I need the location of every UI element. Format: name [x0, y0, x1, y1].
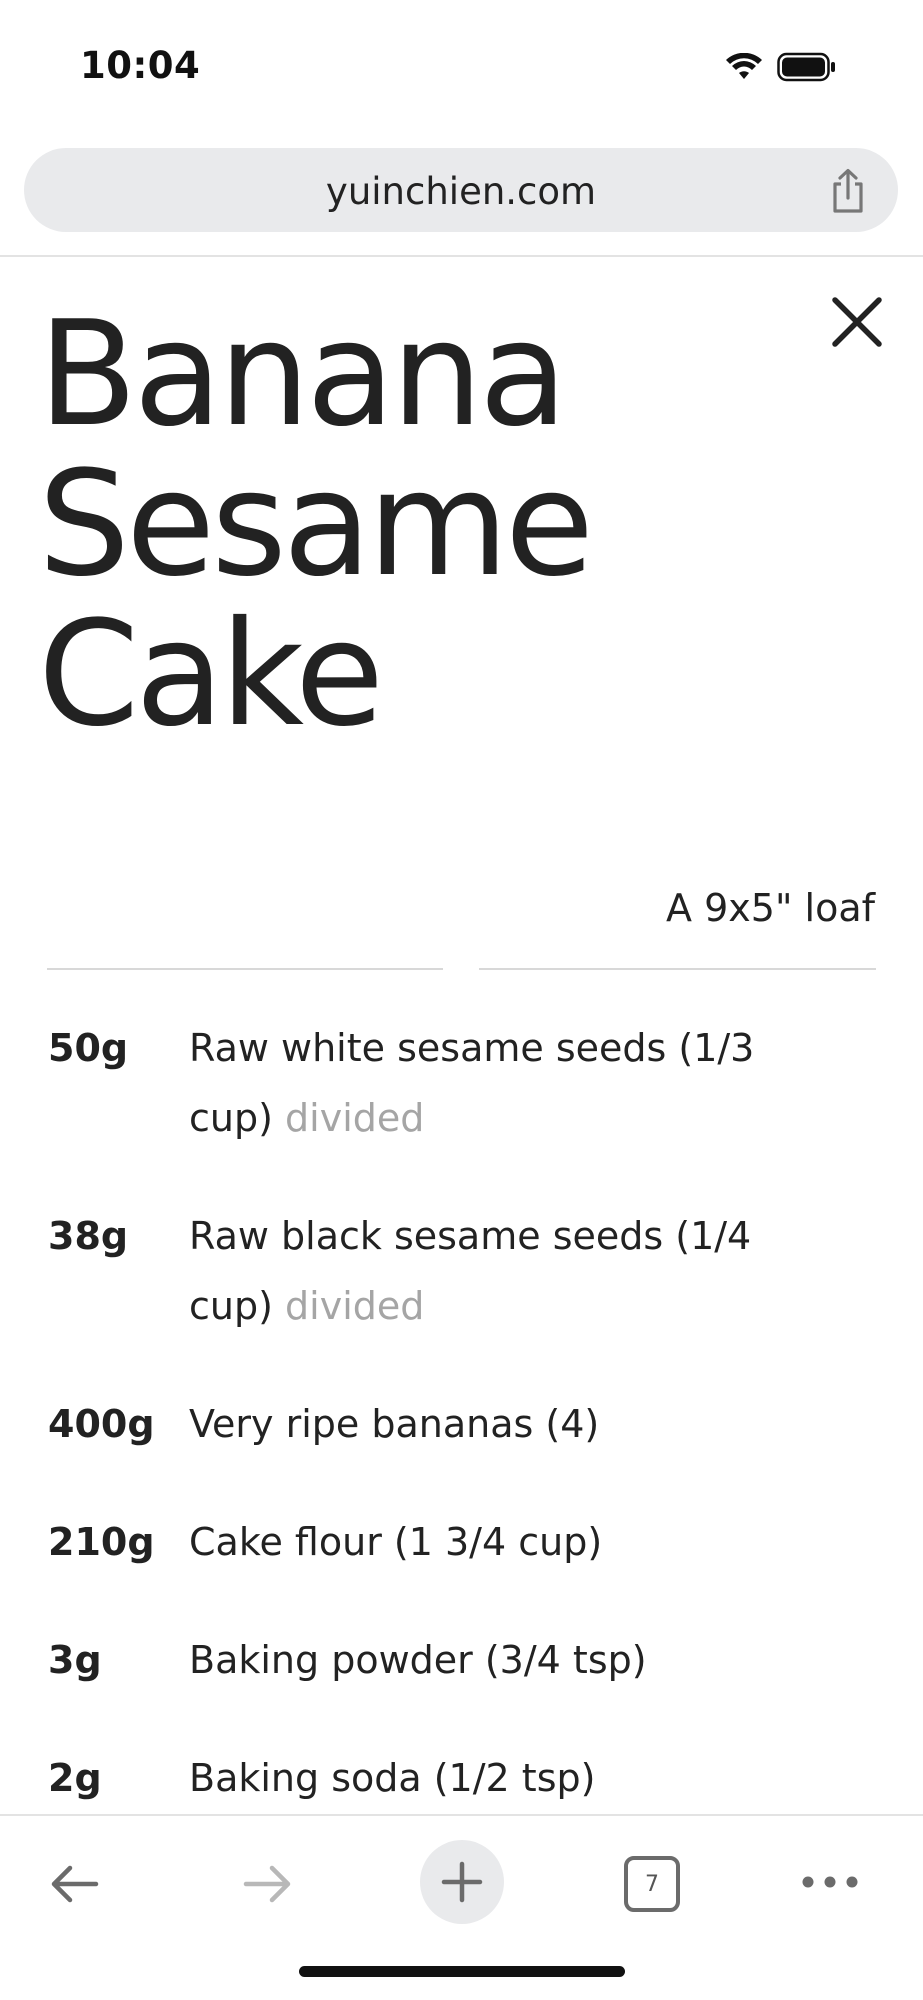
- home-indicator: [299, 1966, 625, 1977]
- ingredient-note: divided: [285, 1096, 425, 1140]
- wifi-icon: [726, 53, 762, 79]
- status-bar: 10:04: [0, 0, 923, 135]
- recipe-title-line: Cake: [38, 590, 384, 759]
- close-icon[interactable]: [827, 292, 887, 352]
- tabs-button[interactable]: 7: [624, 1856, 680, 1912]
- top-divider: [0, 255, 923, 257]
- share-icon[interactable]: [828, 168, 868, 214]
- ingredient-name: Raw white sesame seeds (1/3 cup) divided: [189, 1013, 809, 1153]
- ingredient-name: Baking powder (3/4 tsp): [189, 1638, 647, 1682]
- tab-count: 7: [645, 1871, 659, 1897]
- more-icon[interactable]: [800, 1872, 860, 1892]
- ingredient-name-text: cup): [189, 1096, 273, 1140]
- ingredient-name: Baking soda (1/2 tsp): [189, 1756, 596, 1800]
- ingredient-name-text: Raw white sesame seeds (1/3: [189, 1026, 755, 1070]
- recipe-title-line: Sesame: [38, 440, 594, 609]
- recipe-title: Banana Sesame Cake: [38, 300, 738, 750]
- status-time: 10:04: [80, 44, 201, 87]
- ingredient-quantity: 210g: [48, 1520, 155, 1564]
- ingredient-name: Very ripe bananas (4): [189, 1402, 600, 1446]
- ingredient-name-text: Raw black sesame seeds (1/4: [189, 1214, 752, 1258]
- divider-left: [47, 968, 443, 970]
- status-icons: [725, 52, 837, 82]
- ingredient-quantity: 400g: [48, 1402, 155, 1446]
- battery-icon: [777, 52, 835, 82]
- new-tab-button[interactable]: [420, 1840, 504, 1924]
- url-text: yuinchien.com: [325, 170, 597, 213]
- plus-icon: [441, 1861, 483, 1903]
- recipe-title-line: Banana: [38, 290, 568, 459]
- ingredient-quantity: 50g: [48, 1026, 129, 1070]
- ingredient-quantity: 2g: [48, 1756, 102, 1800]
- ingredient-name-text: cup): [189, 1284, 273, 1328]
- ingredient-name: Raw black sesame seeds (1/4 cup) divided: [189, 1201, 809, 1341]
- ingredient-note: divided: [285, 1284, 425, 1328]
- divider-right: [479, 968, 876, 970]
- url-bar[interactable]: yuinchien.com: [24, 148, 898, 232]
- ingredient-name: Cake flour (1 3/4 cup): [189, 1520, 603, 1564]
- ingredient-quantity: 38g: [48, 1214, 129, 1258]
- forward-arrow-icon[interactable]: [240, 1856, 296, 1912]
- back-arrow-icon[interactable]: [46, 1856, 102, 1912]
- ingredient-quantity: 3g: [48, 1638, 102, 1682]
- recipe-yield: A 9x5" loaf: [666, 886, 875, 930]
